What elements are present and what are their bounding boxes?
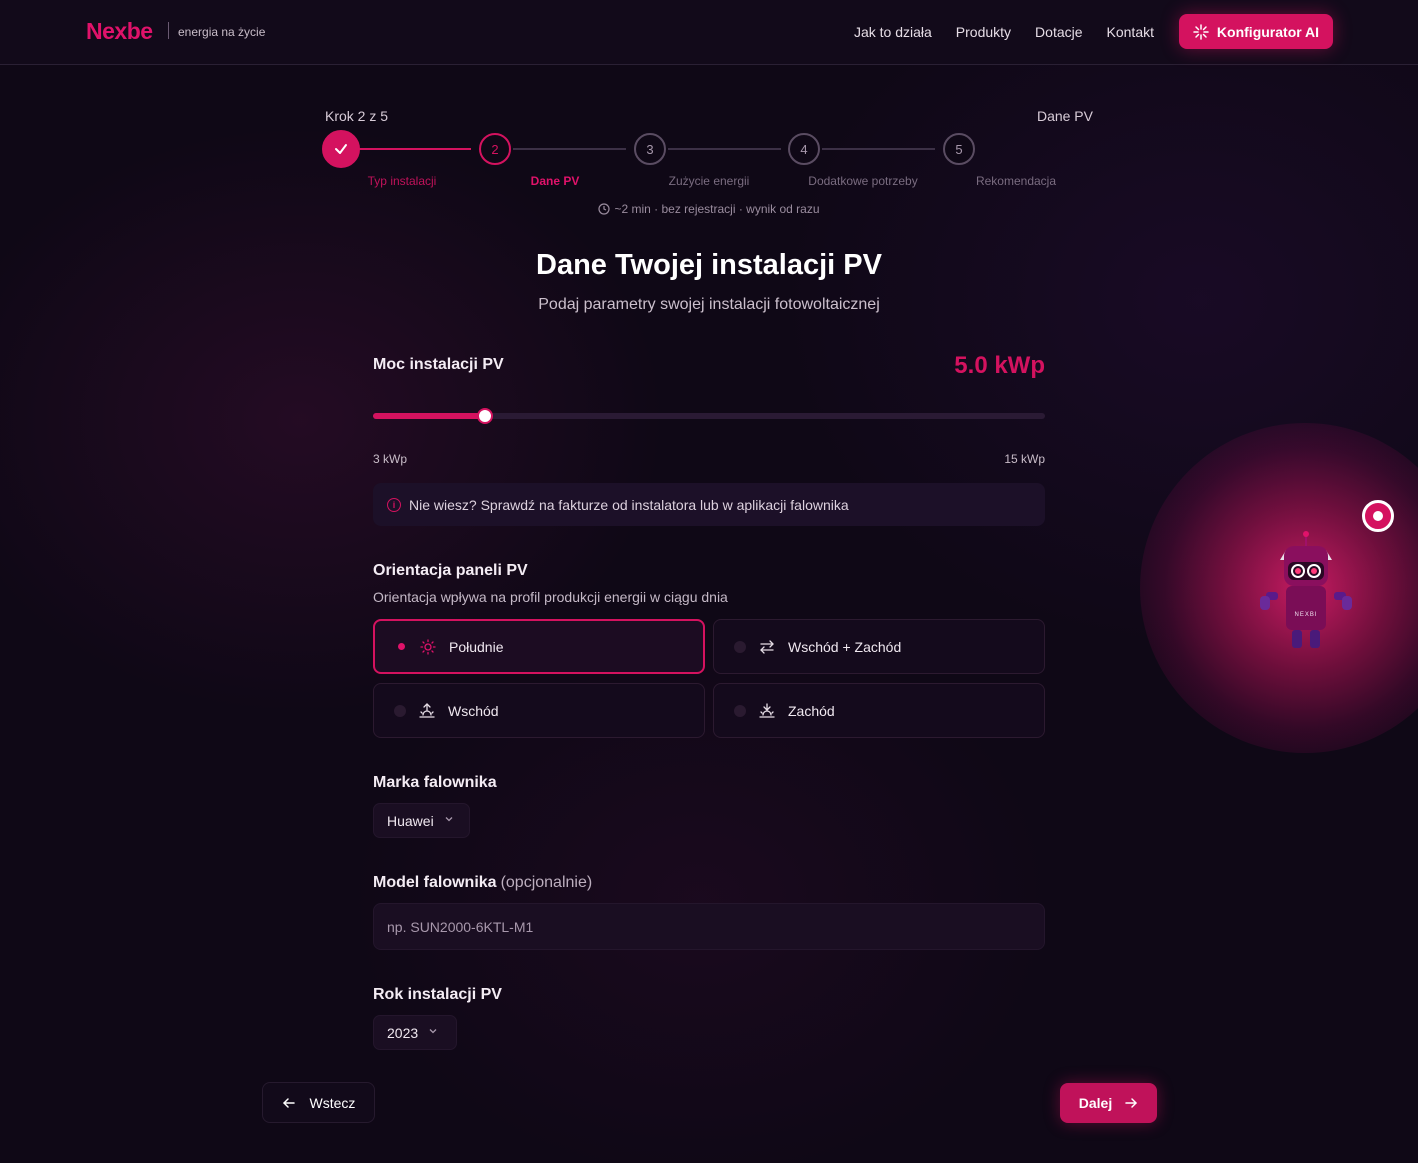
inverter-brand-select[interactable]: Huawei	[373, 803, 470, 838]
step-2-label: Dane PV	[530, 174, 580, 188]
configurator-ai-button[interactable]: Konfigurator AI	[1179, 14, 1333, 49]
radio-indicator	[734, 640, 746, 653]
next-button[interactable]: Dalej	[1060, 1083, 1157, 1123]
power-hint-text: Nie wiesz? Sprawdź na fakturze od instal…	[409, 496, 849, 513]
sun-icon	[419, 638, 437, 656]
check-icon	[335, 144, 347, 154]
step-2-circle[interactable]: 2	[479, 133, 511, 165]
step-connector-2	[513, 148, 626, 150]
orientation-option-label: Zachód	[788, 702, 835, 719]
step-4-label: Dodatkowe potrzeby	[808, 174, 918, 188]
nav-link-kontakt[interactable]: Kontakt	[1107, 24, 1154, 40]
inverter-brand-value: Huawei	[387, 812, 434, 829]
step-3-label: Zużycie energii	[668, 174, 750, 188]
slider-min-label: 3 kWp	[373, 452, 408, 466]
time-note-text: ~2 min · bez rejestracji · wynik od razu	[614, 202, 820, 216]
inverter-model-label-text: Model falownika	[373, 874, 497, 891]
info-icon: i	[387, 497, 401, 512]
step-3-circle: 3	[634, 133, 666, 165]
install-year-label: Rok instalacji PV	[373, 986, 502, 1003]
radio-indicator	[395, 641, 407, 653]
time-note: ~2 min · bez rejestracji · wynik od razu	[0, 202, 1418, 216]
step-connector-3	[668, 148, 781, 150]
inverter-model-label: Model falownika (opcjonalnie)	[373, 874, 592, 892]
step-1-label: Typ instalacji	[367, 174, 437, 188]
back-button[interactable]: Wstecz	[262, 1082, 375, 1123]
orientation-option-label: Wschód	[448, 702, 499, 719]
next-button-label: Dalej	[1078, 1095, 1113, 1111]
slider-max-label: 15 kWp	[1004, 452, 1045, 466]
step-5-circle: 5	[943, 133, 975, 165]
orientation-option-label: Wschód + Zachód	[788, 638, 902, 655]
orientation-option-zachod[interactable]: Zachód	[713, 683, 1045, 738]
orientation-option-wschod-zachod[interactable]: Wschód + Zachód	[713, 619, 1045, 674]
step-progress-text: Krok 2 z 5	[325, 108, 389, 124]
orientation-option-label: Południe	[449, 638, 504, 655]
power-slider[interactable]	[373, 408, 1045, 424]
back-button-label: Wstecz	[309, 1094, 356, 1111]
main-nav: Jak to działa Produkty Dotacje Kontakt	[854, 24, 1154, 40]
robot-assistant-icon[interactable]: NEXBI	[1256, 528, 1356, 653]
arrow-right-icon	[1125, 1098, 1137, 1108]
radio-indicator	[734, 704, 746, 717]
power-label: Moc instalacji PV	[373, 356, 504, 373]
step-1-circle[interactable]	[322, 130, 360, 168]
robot-badge: NEXBI	[1294, 612, 1317, 618]
tagline: energia na życie	[178, 25, 266, 39]
sunset-icon	[758, 702, 776, 720]
logo-divider	[168, 22, 169, 39]
site-header: Nexbe energia na życie Jak to działa Pro…	[0, 0, 1418, 65]
power-slider-fill	[373, 413, 485, 419]
step-5-label: Rekomendacja	[975, 174, 1057, 188]
clock-icon	[598, 203, 611, 215]
configurator-ai-label: Konfigurator AI	[1216, 23, 1320, 40]
logo[interactable]: Nexbe	[86, 18, 153, 45]
install-year-select[interactable]: 2023	[373, 1015, 457, 1050]
arrow-left-icon	[282, 1097, 295, 1108]
nav-link-produkty[interactable]: Produkty	[956, 24, 1011, 40]
power-hint: i Nie wiesz? Sprawdź na fakturze od inst…	[373, 483, 1045, 526]
orientation-label: Orientacja paneli PV	[373, 562, 528, 579]
nav-link-jak-to-dziala[interactable]: Jak to działa	[854, 24, 932, 40]
sparkle-icon	[1193, 23, 1209, 40]
install-year-value: 2023	[387, 1024, 419, 1041]
orientation-option-wschod[interactable]: Wschód	[373, 683, 705, 738]
chevron-down-icon	[444, 814, 454, 827]
chevron-down-icon	[428, 1026, 438, 1039]
inverter-brand-label: Marka falownika	[373, 774, 497, 791]
orientation-option-poludnie[interactable]: Południe	[373, 619, 705, 674]
power-value: 5.0 kWp	[954, 352, 1045, 379]
page-title: Dane Twojej instalacji PV	[536, 249, 882, 281]
step-4-circle: 4	[788, 133, 820, 165]
power-slider-thumb[interactable]	[477, 408, 493, 424]
orientation-description: Orientacja wpływa na profil produkcji en…	[373, 589, 728, 605]
step-connector-1	[359, 148, 471, 150]
current-step-name: Dane PV	[1036, 108, 1093, 124]
sunrise-icon	[418, 702, 436, 720]
assistant-record-button[interactable]	[1362, 500, 1394, 532]
page-subtitle: Podaj parametry swojej instalacji fotowo…	[538, 296, 880, 313]
optional-note: (opcjonalnie)	[500, 874, 593, 891]
radio-indicator	[394, 704, 406, 717]
nav-link-dotacje[interactable]: Dotacje	[1035, 24, 1082, 40]
arrows-swap-icon	[758, 638, 776, 656]
step-connector-4	[822, 148, 935, 150]
inverter-model-input[interactable]	[373, 903, 1045, 950]
